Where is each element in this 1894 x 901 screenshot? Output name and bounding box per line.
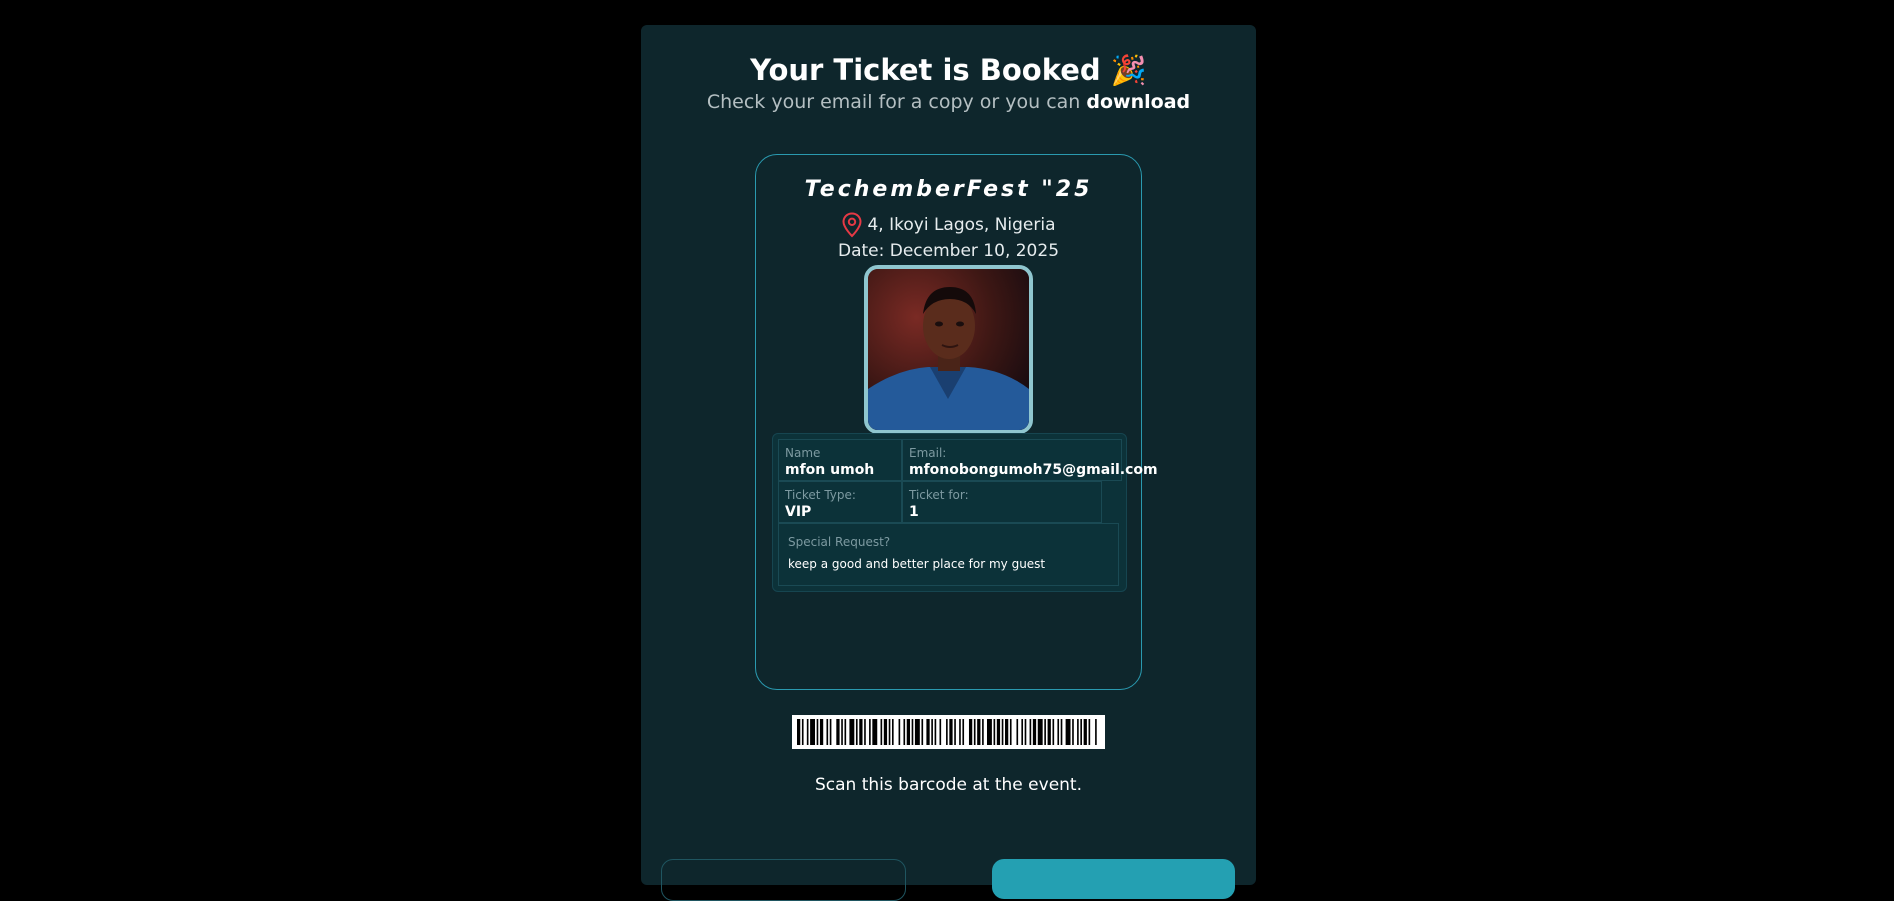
ticket-type-value: VIP bbox=[785, 504, 812, 520]
attendee-avatar bbox=[864, 265, 1033, 434]
page-title: Your Ticket is Booked 🎉 bbox=[641, 53, 1256, 88]
party-popper-icon: 🎉 bbox=[1110, 53, 1147, 87]
ticket-for-label: Ticket for: bbox=[909, 488, 969, 502]
download-link[interactable]: download bbox=[1086, 91, 1190, 113]
email-label: Email: bbox=[909, 446, 947, 460]
page-subtitle: Check your email for a copy or you can d… bbox=[641, 91, 1256, 113]
booking-panel: Your Ticket is Booked 🎉 Check your email… bbox=[641, 25, 1256, 901]
secondary-button[interactable] bbox=[661, 859, 906, 901]
ticket-barcode bbox=[792, 715, 1105, 749]
ticket-for-cell: Ticket for: 1 bbox=[902, 481, 1102, 523]
email-value: mfonobongumoh75@gmail.com bbox=[909, 462, 1158, 478]
special-request-cell: Special Request? keep a good and better … bbox=[778, 523, 1119, 586]
special-request-label: Special Request? bbox=[788, 535, 891, 549]
event-date: Date: December 10, 2025 bbox=[837, 241, 1060, 261]
ticket-type-label: Ticket Type: bbox=[785, 488, 856, 502]
ticket-type-cell: Ticket Type: VIP bbox=[778, 481, 902, 523]
barcode-caption: Scan this barcode at the event. bbox=[815, 775, 1082, 795]
page-title-text: Your Ticket is Booked bbox=[750, 53, 1101, 87]
subtitle-text: Check your email for a copy or you can bbox=[706, 91, 1081, 113]
email-cell: Email: mfonobongumoh75@gmail.com bbox=[902, 439, 1158, 481]
name-label: Name bbox=[785, 446, 821, 460]
ticket-for-value: 1 bbox=[909, 504, 919, 520]
primary-button[interactable] bbox=[992, 859, 1235, 899]
special-request-value: keep a good and better place for my gues… bbox=[788, 557, 1046, 571]
attendee-photo-icon bbox=[868, 269, 1029, 430]
barcode-icon bbox=[797, 719, 1097, 745]
location-pin-icon bbox=[841, 212, 863, 238]
event-location: 4, Ikoyi Lagos, Nigeria bbox=[756, 212, 1141, 238]
name-cell: Name mfon umoh bbox=[778, 439, 902, 481]
event-name: TechemberFest "25 bbox=[804, 177, 1093, 202]
ticket-card: TechemberFest "25 4, Ikoyi Lagos, Nigeri… bbox=[755, 154, 1158, 690]
location-text: 4, Ikoyi Lagos, Nigeria bbox=[867, 215, 1056, 235]
ticket-details: Name mfon umoh Email: mfonobongumoh75@gm… bbox=[772, 433, 1158, 592]
name-value: mfon umoh bbox=[785, 462, 875, 478]
